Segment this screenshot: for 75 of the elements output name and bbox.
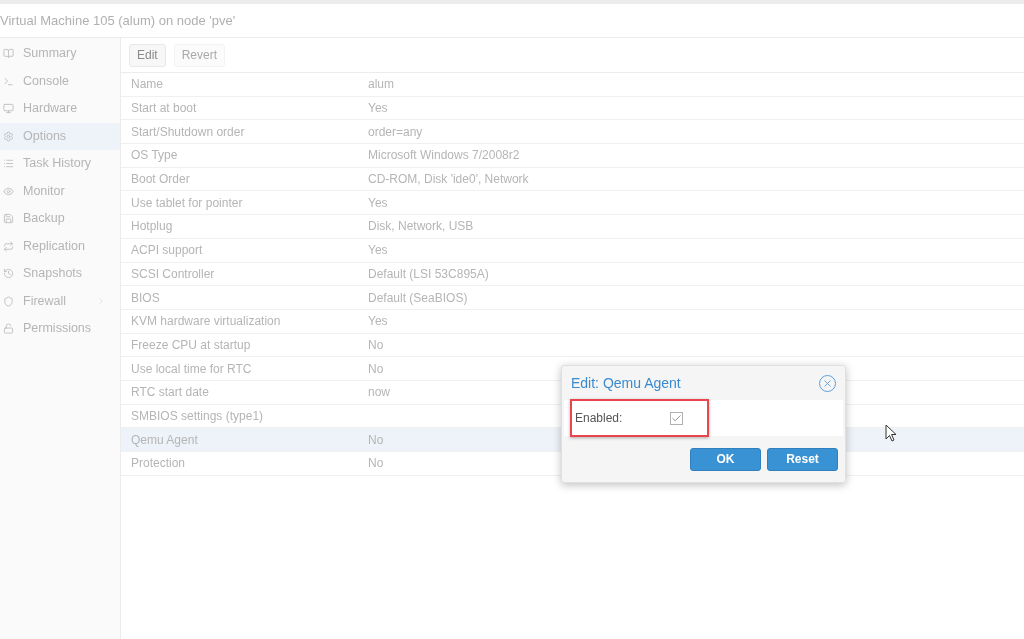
mouse-cursor-icon — [885, 424, 897, 442]
property-name: Start at boot — [130, 100, 198, 118]
property-name: BIOS — [130, 289, 161, 307]
table-row[interactable]: Start at boot Yes — [121, 96, 1024, 121]
property-value: Microsoft Windows 7/2008r2 — [368, 147, 520, 165]
sidebar-item[interactable]: Permissions — [0, 315, 120, 343]
table-row[interactable]: Freeze CPU at startup No — [121, 333, 1024, 358]
eye-icon — [3, 185, 14, 197]
sidebar-item[interactable]: Snapshots — [0, 260, 120, 288]
list-icon — [3, 158, 14, 170]
property-name: OS Type — [130, 147, 179, 165]
ok-button[interactable]: OK — [690, 447, 761, 471]
sidebar-item[interactable]: Replication — [0, 232, 120, 260]
property-name: Name — [130, 76, 164, 94]
check-icon — [671, 412, 682, 424]
property-value: now — [368, 384, 390, 402]
property-name: KVM hardware virtualization — [130, 313, 282, 331]
table-row[interactable]: ACPI support Yes — [121, 238, 1024, 263]
property-value: No — [368, 336, 384, 354]
monitor-icon — [3, 103, 14, 115]
window-title: Virtual Machine 105 (alum) on node 'pve' — [0, 11, 236, 30]
checkbox[interactable] — [670, 411, 683, 425]
property-name: Qemu Agent — [130, 431, 199, 449]
sidebar-item[interactable]: Backup — [0, 205, 120, 233]
sidebar-item[interactable]: Console — [0, 67, 120, 95]
property-name: Boot Order — [130, 171, 191, 189]
sidebar-item[interactable]: Monitor — [0, 177, 120, 205]
property-name: RTC start date — [130, 384, 210, 402]
reset-button[interactable]: Reset — [767, 447, 838, 471]
property-value: No — [368, 431, 384, 449]
property-value: order=any — [368, 123, 423, 141]
book-icon — [3, 48, 14, 60]
table-row[interactable]: KVM hardware virtualization Yes — [121, 309, 1024, 334]
shield-icon — [3, 295, 14, 307]
gear-icon — [3, 130, 14, 142]
sidebar-item[interactable]: Summary — [0, 40, 120, 68]
property-value: No — [368, 455, 384, 473]
table-row[interactable]: SCSI Controller Default (LSI 53C895A) — [121, 262, 1024, 287]
property-value: Default (SeaBIOS) — [368, 289, 468, 307]
history-icon — [3, 268, 14, 280]
property-name: Freeze CPU at startup — [130, 336, 252, 354]
property-value: Default (LSI 53C895A) — [368, 265, 489, 283]
edit-button[interactable]: Edit — [129, 43, 166, 67]
property-name: Protection — [130, 455, 187, 473]
property-name: Start/Shutdown order — [130, 123, 246, 141]
sidebar-item[interactable]: Hardware — [0, 95, 120, 123]
property-name: ACPI support — [130, 242, 204, 260]
table-row[interactable]: BIOS Default (SeaBIOS) — [121, 286, 1024, 310]
sidebar-item[interactable]: Task History — [0, 150, 120, 178]
table-row[interactable]: Use tablet for pointer Yes — [121, 191, 1024, 216]
property-value: Disk, Network, USB — [368, 218, 474, 236]
property-name: Use tablet for pointer — [130, 194, 244, 212]
property-value: alum — [368, 76, 394, 94]
table-row[interactable]: Name alum — [121, 73, 1024, 97]
property-value: CD-ROM, Disk 'ide0', Network — [368, 171, 529, 189]
property-value: Yes — [368, 313, 388, 331]
property-value: No — [368, 360, 384, 378]
property-value: Yes — [368, 194, 388, 212]
table-row[interactable]: Hotplug Disk, Network, USB — [121, 215, 1024, 239]
property-value: Yes — [368, 100, 388, 118]
sidebar-item[interactable]: Options — [0, 122, 120, 150]
table-row[interactable]: OS Type Microsoft Windows 7/2008r2 — [121, 144, 1024, 168]
unlock-icon — [3, 323, 14, 335]
property-value: Yes — [368, 242, 388, 260]
property-name: SCSI Controller — [130, 265, 216, 283]
field-label: Enabled: — [575, 410, 624, 427]
arrows-icon — [3, 240, 14, 252]
property-name: Hotplug — [130, 218, 174, 236]
property-name: SMBIOS settings (type1) — [130, 407, 265, 425]
table-row[interactable]: Boot Order CD-ROM, Disk 'ide0', Network — [121, 167, 1024, 192]
property-name: Use local time for RTC — [130, 360, 253, 378]
close-icon — [822, 377, 833, 389]
terminal-icon — [3, 75, 14, 87]
sidebar-item[interactable]: Firewall — [0, 287, 120, 315]
table-row[interactable]: Start/Shutdown order order=any — [121, 120, 1024, 145]
